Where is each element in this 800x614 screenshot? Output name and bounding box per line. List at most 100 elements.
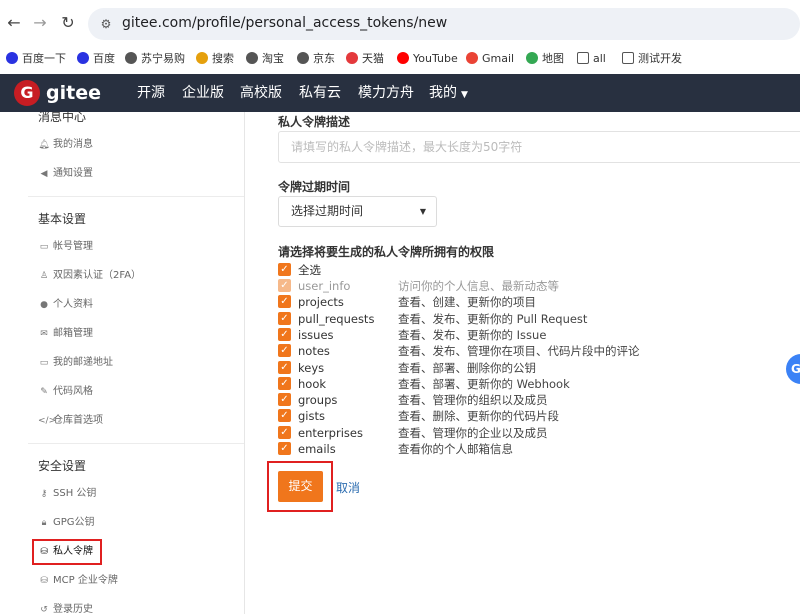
- section-title-basic: 基本设置: [38, 212, 87, 226]
- sidebar-item-2fa[interactable]: ♙ 双因素认证（2FA）: [38, 268, 141, 284]
- nav-open-source[interactable]: 开源: [137, 84, 165, 102]
- checkbox-checked-icon[interactable]: ✓: [278, 327, 291, 341]
- bookmark-2[interactable]: 苏宁易购: [125, 50, 185, 68]
- gitee-logo-icon: G: [14, 80, 40, 106]
- sidebar-item-gpg-keys[interactable]: 🔒︎ GPG公钥: [38, 515, 95, 531]
- desc-label: 私人令牌描述: [278, 115, 351, 129]
- url-text[interactable]: gitee.com/profile/personal_access_tokens…: [122, 15, 447, 31]
- address-bar[interactable]: ⚙ gitee.com/profile/personal_access_toke…: [88, 8, 800, 40]
- permission-row-hook[interactable]: ✓ hook 查看、部署、更新你的 Webhook: [278, 376, 778, 392]
- divider: [28, 443, 244, 444]
- sidebar-item-ssh-keys[interactable]: ⚷ SSH 公钥: [38, 486, 97, 502]
- nav-education[interactable]: 高校版: [240, 84, 282, 102]
- permission-name: notes: [298, 344, 330, 359]
- permission-row-issues[interactable]: ✓ issues 查看、发布、更新你的 Issue: [278, 327, 778, 343]
- permission-row-notes[interactable]: ✓ notes 查看、发布、管理你在项目、代码片段中的评论: [278, 343, 778, 359]
- forward-arrow-icon[interactable]: →: [30, 13, 50, 33]
- bookmark-label: 搜索: [212, 52, 234, 65]
- envelope-icon: ✉: [40, 329, 48, 339]
- checkbox-checked-icon[interactable]: ✓: [278, 295, 291, 309]
- checkbox-checked-icon[interactable]: ✓: [278, 263, 291, 276]
- permissions-label: 请选择将要生成的私人令牌所拥有的权限: [278, 245, 495, 259]
- permission-row-enterprises[interactable]: ✓ enterprises 查看、管理你的企业以及成员: [278, 425, 778, 441]
- expire-select[interactable]: 选择过期时间 ▼: [278, 196, 437, 227]
- permission-row-gists[interactable]: ✓ gists 查看、删除、更新你的代码片段: [278, 408, 778, 424]
- token-icon: ⛁: [40, 576, 48, 586]
- bookmark-6[interactable]: 天猫: [346, 50, 384, 68]
- select-all-row[interactable]: ✓ 全选: [278, 262, 778, 278]
- sidebar-item-account[interactable]: ▭ 帐号管理: [38, 239, 93, 255]
- bell-icon: 🔔︎: [38, 140, 50, 150]
- sidebar-item-my-messages[interactable]: 🔔︎ 我的消息: [38, 137, 93, 153]
- sidebar-item-notification-settings[interactable]: ◀ 通知设置: [38, 166, 93, 182]
- sidebar-item-code-style[interactable]: ✎ 代码风格: [38, 384, 93, 400]
- user-icon: ●: [40, 300, 48, 310]
- permission-name: projects: [298, 295, 344, 310]
- bookmark-label: all: [593, 52, 606, 65]
- cancel-link[interactable]: 取消: [336, 479, 360, 496]
- browser-toolbar: ← → ↻ ⚙ gitee.com/profile/personal_acces…: [0, 0, 800, 46]
- bookmark-label: 京东: [313, 52, 335, 65]
- site-info-icon[interactable]: ⚙: [98, 16, 114, 32]
- permission-row-projects[interactable]: ✓ projects 查看、创建、更新你的项目: [278, 294, 778, 310]
- nav-mine[interactable]: 我的 ▼: [429, 84, 468, 104]
- bookmark-10[interactable]: all: [577, 50, 606, 68]
- checkbox-checked-icon[interactable]: ✓: [278, 442, 291, 455]
- reload-icon[interactable]: ↻: [58, 13, 78, 33]
- nav-private-cloud[interactable]: 私有云: [299, 84, 341, 102]
- bookmark-11[interactable]: 测试开发: [622, 50, 682, 68]
- checkbox-checked-icon[interactable]: ✓: [278, 393, 291, 407]
- checkbox-checked-icon[interactable]: ✓: [278, 425, 291, 439]
- back-arrow-icon[interactable]: ←: [4, 13, 24, 33]
- sidebar-item-repo-prefs[interactable]: </>仓库首选项: [38, 413, 103, 429]
- lock-icon: 🔒︎: [41, 518, 47, 528]
- bookmark-9[interactable]: 地图: [526, 50, 564, 68]
- address-icon: ▭: [39, 358, 49, 368]
- permission-row-emails[interactable]: ✓ emails 查看你的个人邮箱信息: [278, 441, 778, 457]
- sidebar-item-email[interactable]: ✉ 邮箱管理: [38, 326, 93, 342]
- expire-select-value: 选择过期时间: [291, 204, 364, 218]
- checkbox-checked-icon[interactable]: ✓: [278, 360, 291, 374]
- permission-row-groups[interactable]: ✓ groups 查看、管理你的组织以及成员: [278, 392, 778, 408]
- bookmark-8[interactable]: Gmail: [466, 50, 514, 68]
- baidu-icon: [77, 52, 89, 64]
- bookmark-7[interactable]: YouTube: [397, 50, 458, 68]
- checkbox-checked-icon[interactable]: ✓: [278, 376, 291, 390]
- permission-row-pull_requests[interactable]: ✓ pull_requests 查看、发布、更新你的 Pull Request: [278, 311, 778, 327]
- sidebar-item-login-history[interactable]: ↺ 登录历史: [38, 602, 93, 614]
- bookmark-1[interactable]: 百度: [77, 50, 115, 68]
- submit-button[interactable]: 提交: [278, 471, 323, 502]
- sidebar-item-mcp-tokens[interactable]: ⛁ MCP 企业令牌: [38, 573, 118, 589]
- nav-moli[interactable]: 模力方舟: [358, 84, 414, 102]
- bookmark-label: 百度一下: [22, 52, 66, 65]
- key-icon: ⚷: [40, 489, 48, 499]
- sidebar-item-label: 仓库首选项: [53, 415, 103, 426]
- checkbox-checked-icon[interactable]: ✓: [278, 344, 291, 358]
- bookmark-5[interactable]: 京东: [297, 50, 335, 68]
- sidebar-item-label: 代码风格: [53, 386, 93, 397]
- checkbox-checked-icon[interactable]: ✓: [278, 311, 291, 325]
- sidebar-item-address[interactable]: ▭ 我的邮递地址: [38, 355, 113, 371]
- settings-sidebar: 消息中心 🔔︎ 我的消息 ◀ 通知设置 基本设置 ▭ 帐号管理 ♙ 双因素认证（2FA）…: [28, 112, 245, 614]
- bookmark-label: 测试开发: [638, 52, 682, 65]
- sidebar-item-label: SSH 公钥: [53, 488, 97, 499]
- bookmark-4[interactable]: 淘宝: [246, 50, 284, 68]
- checkbox-checked-icon[interactable]: ✓: [278, 409, 291, 423]
- permission-row-keys[interactable]: ✓ keys 查看、部署、删除你的公钥: [278, 360, 778, 376]
- token-form: 私人令牌描述 请填写的私人令牌描述，最大长度为50字符 令牌过期时间 选择过期时…: [262, 112, 800, 614]
- sidebar-item-personal-tokens[interactable]: ⛁ 私人令牌: [38, 544, 93, 560]
- expire-label: 令牌过期时间: [278, 180, 351, 194]
- sidebar-item-profile[interactable]: ● 个人资料: [38, 297, 93, 313]
- bookmark-3[interactable]: 搜索: [196, 50, 234, 68]
- divider: [28, 196, 244, 197]
- bookmarks-bar: 百度一下 百度 苏宁易购 搜索 淘宝 京东 天猫 YouTube Gmail 地图 all 测试开发: [0, 46, 800, 72]
- permission-name: enterprises: [298, 425, 363, 440]
- tmall-icon: [346, 52, 358, 64]
- token-description-input[interactable]: 请填写的私人令牌描述，最大长度为50字符: [278, 131, 800, 163]
- permission-description: 查看、管理你的组织以及成员: [398, 393, 548, 408]
- nav-enterprise[interactable]: 企业版: [182, 84, 224, 102]
- sidebar-item-label: MCP 企业令牌: [53, 575, 118, 586]
- permission-row-user_info: ✓ user_info 访问你的个人信息、最新动态等: [278, 278, 778, 294]
- sidebar-item-label: 邮箱管理: [53, 328, 93, 339]
- bookmark-0[interactable]: 百度一下: [6, 50, 66, 68]
